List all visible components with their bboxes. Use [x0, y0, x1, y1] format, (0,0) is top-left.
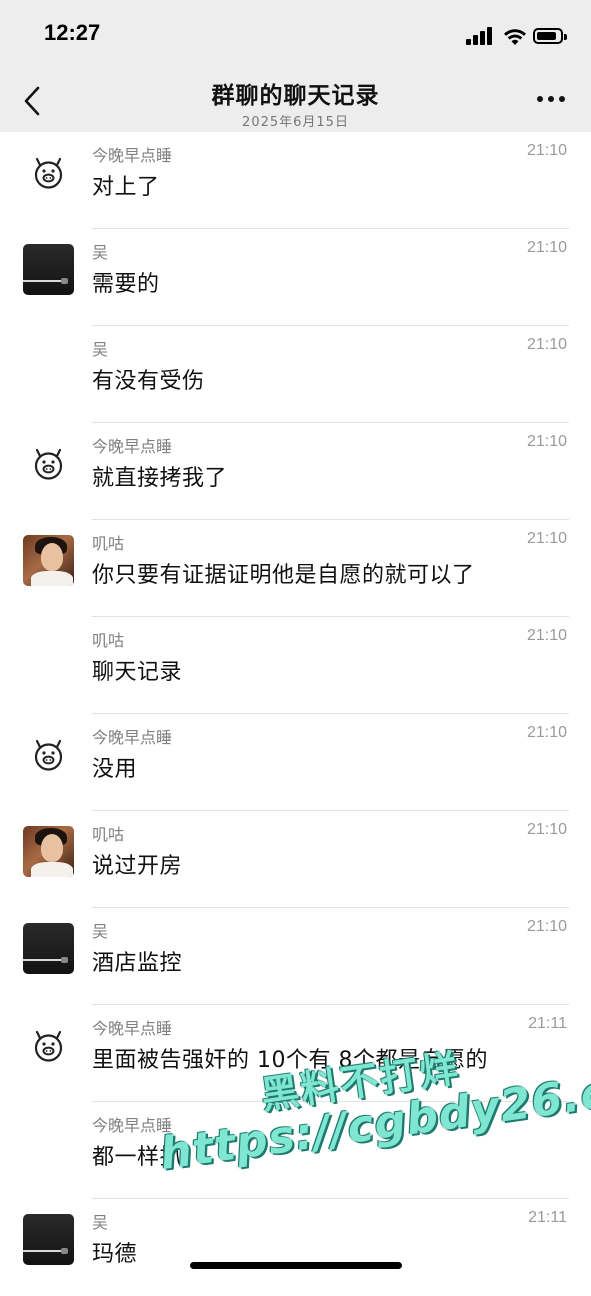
pig-face-icon: [34, 1030, 63, 1062]
title-block: 群聊的聊天记录 2025年6月15日: [0, 76, 591, 130]
message-text: 酒店监控: [92, 951, 183, 976]
message-time: 21:10: [526, 239, 567, 256]
avatar[interactable]: [23, 923, 74, 974]
message-sender: 吴: [92, 922, 109, 941]
battery-icon: [533, 28, 567, 44]
message-text: 玛德: [92, 1242, 138, 1267]
message-text: 说过开房: [92, 854, 183, 879]
message-time: 21:10: [526, 821, 567, 838]
message-sender: 吴: [92, 340, 109, 359]
message-text: 有没有受伤: [92, 369, 205, 394]
status-time: 12:27: [44, 20, 101, 45]
message-sender: 叽咕: [92, 534, 125, 553]
avatar[interactable]: [23, 826, 74, 877]
message-time: 21:10: [526, 724, 567, 741]
message-sender: 今晚早点睡: [92, 437, 173, 456]
message-item[interactable]: 吴 21:10 有没有受伤: [0, 326, 591, 423]
message-item[interactable]: 吴 21:10 酒店监控: [0, 908, 591, 1005]
pig-face-icon: [34, 448, 63, 480]
avatar[interactable]: [23, 147, 74, 198]
message-text: 你只要有证据证明他是自愿的就可以了: [92, 563, 475, 588]
message-sender: 今晚早点睡: [92, 728, 173, 747]
avatar[interactable]: [23, 438, 74, 489]
home-indicator[interactable]: [190, 1262, 402, 1269]
message-time: 21:11: [528, 1209, 567, 1226]
ellipsis-icon: [537, 96, 543, 102]
page-subtitle: 2025年6月15日: [242, 115, 349, 130]
more-button[interactable]: [537, 96, 565, 104]
avatar[interactable]: [23, 535, 74, 586]
message-time: 21:10: [526, 627, 567, 644]
message-time: 21:10: [526, 433, 567, 450]
message-item[interactable]: 吴 21:10 需要的: [0, 229, 591, 326]
message-item[interactable]: 今晚早点睡 21:10 就直接拷我了: [0, 423, 591, 520]
pig-face-icon: [34, 739, 63, 771]
message-text: 对上了: [92, 175, 160, 200]
message-time: 21:10: [526, 918, 567, 935]
avatar[interactable]: [23, 1214, 74, 1265]
wifi-icon: [504, 29, 526, 45]
message-sender: 吴: [92, 243, 109, 262]
message-item[interactable]: 叽咕 21:10 聊天记录: [0, 617, 591, 714]
avatar[interactable]: [23, 244, 74, 295]
message-text: 没用: [92, 757, 138, 782]
message-time: 21:10: [526, 336, 567, 353]
message-text: 就直接拷我了: [92, 466, 228, 491]
message-sender: 叽咕: [92, 631, 125, 650]
pig-face-icon: [34, 157, 63, 189]
signal-icon: [466, 26, 494, 48]
nav-header: 12:27 群聊的聊天记录 2025年6月15日: [0, 0, 591, 132]
message-item[interactable]: 今晚早点睡 21:10 对上了: [0, 132, 591, 229]
page-title: 群聊的聊天记录: [211, 83, 380, 109]
message-sender: 今晚早点睡: [92, 1019, 173, 1038]
message-sender: 叽咕: [92, 825, 125, 844]
message-text: 聊天记录: [92, 660, 183, 685]
message-sender: 今晚早点睡: [92, 146, 173, 165]
message-time: 21:10: [526, 530, 567, 547]
message-item[interactable]: 叽咕 21:10 你只要有证据证明他是自愿的就可以了: [0, 520, 591, 617]
avatar[interactable]: [23, 1020, 74, 1071]
message-item[interactable]: 今晚早点睡 21:10 没用: [0, 714, 591, 811]
message-text: 需要的: [92, 272, 160, 297]
message-time: 21:10: [526, 142, 567, 159]
message-item[interactable]: 叽咕 21:10 说过开房: [0, 811, 591, 908]
avatar[interactable]: [23, 729, 74, 780]
message-item[interactable]: 吴 21:11 玛德: [0, 1199, 591, 1296]
message-sender: 吴: [92, 1213, 109, 1232]
